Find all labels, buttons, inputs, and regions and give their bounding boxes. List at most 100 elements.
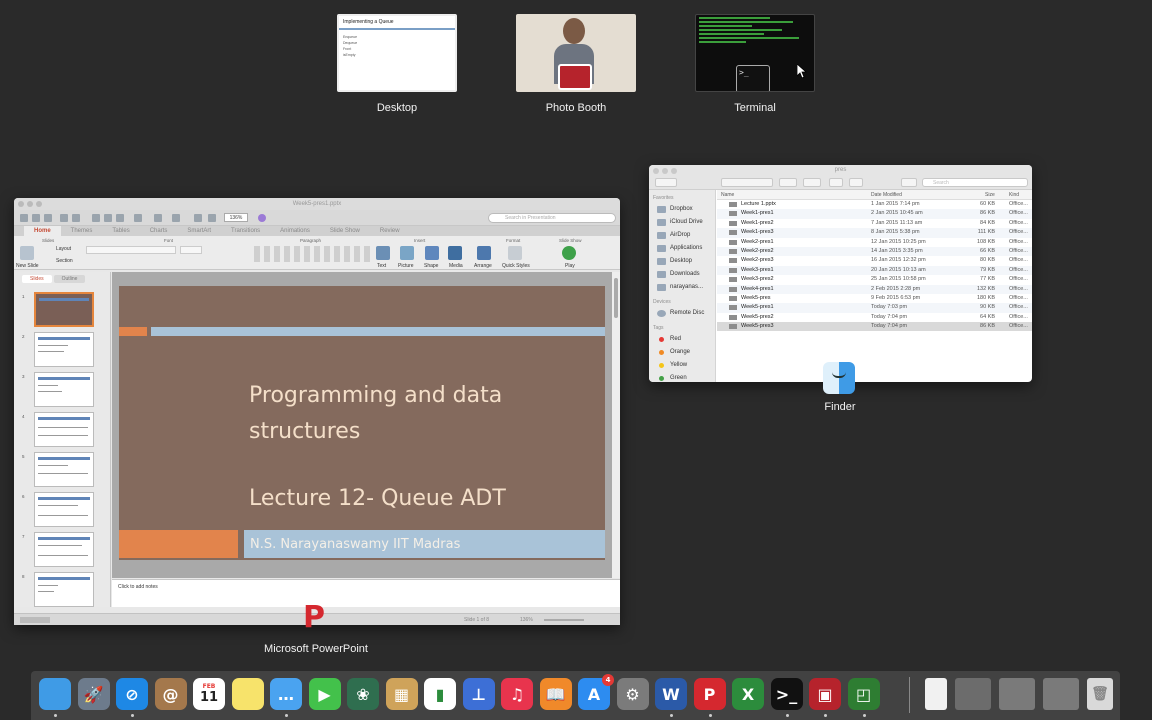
sidebar-item-remote-disc[interactable]: Remote Disc xyxy=(649,307,715,320)
dock-item-photos[interactable]: ❀ xyxy=(347,678,379,710)
tags-button[interactable] xyxy=(849,178,863,187)
arrange-icon[interactable] xyxy=(477,246,491,260)
powerpoint-app-icon[interactable]: P xyxy=(303,603,329,633)
sidebar-tag-green[interactable]: Green xyxy=(649,372,715,382)
dock-item-numbers[interactable]: ▮ xyxy=(424,678,456,710)
slide-subtitle[interactable]: Lecture 12- Queue ADT xyxy=(249,486,569,511)
dropbox-button[interactable] xyxy=(901,178,917,187)
column-kind[interactable]: Kind xyxy=(1009,192,1019,198)
dock-item-preview[interactable]: ▦ xyxy=(385,678,418,710)
play-button-label[interactable]: Play xyxy=(565,263,575,269)
new-icon[interactable] xyxy=(20,214,28,222)
dock-item-app-store[interactable]: A4 xyxy=(578,674,614,710)
zoom-slider[interactable] xyxy=(544,619,584,621)
format-painter-icon[interactable] xyxy=(134,214,142,222)
font-name-select[interactable] xyxy=(86,246,176,254)
dock-item-terminal[interactable]: >_ xyxy=(770,678,803,710)
paste-icon[interactable] xyxy=(116,214,124,222)
text-icon[interactable] xyxy=(376,246,390,260)
open-icon[interactable] xyxy=(44,214,52,222)
section-button[interactable]: Section xyxy=(56,258,73,264)
slide-thumbnail-7[interactable] xyxy=(34,532,94,567)
tab-slide-show[interactable]: Slide Show xyxy=(320,226,370,236)
sidebar-item-downloads[interactable]: Downloads xyxy=(649,268,715,281)
play-icon[interactable] xyxy=(562,246,576,260)
dock-item-document-0[interactable] xyxy=(925,678,947,710)
sidebar-tag-orange[interactable]: Orange xyxy=(649,346,715,359)
file-row[interactable]: Week5-pres1 Today 7:03 pm 90 KB Office... xyxy=(717,303,1032,313)
zoom-field[interactable]: 136% xyxy=(224,213,248,222)
dock-item-finder[interactable] xyxy=(39,678,71,710)
sidebar-item-dropbox[interactable]: Dropbox xyxy=(649,203,715,216)
share-button[interactable] xyxy=(829,178,843,187)
dock-item-camtasia[interactable]: ◰ xyxy=(847,678,880,710)
gallery-icon[interactable] xyxy=(194,214,202,222)
sidebar-item-home[interactable]: narayanas... xyxy=(649,281,715,294)
dock-item-microsoft-excel[interactable]: X xyxy=(732,678,764,710)
space-desktop[interactable]: Implementing a Queue Enqueue Dequeue Fro… xyxy=(337,14,457,114)
tab-transitions[interactable]: Transitions xyxy=(221,226,270,236)
vertical-scrollbar[interactable] xyxy=(612,272,620,578)
tab-slides[interactable]: Slides xyxy=(22,275,52,283)
file-row[interactable]: Week2-pres3 16 Jan 2015 12:32 pm 80 KB Offi… xyxy=(717,256,1032,265)
column-name[interactable]: Name xyxy=(721,192,734,198)
slide-thumbnail-4[interactable] xyxy=(34,412,94,447)
paragraph-controls[interactable] xyxy=(254,246,374,262)
notes-pane[interactable]: Click to add notes xyxy=(112,579,620,607)
ppt-titlebar[interactable]: Week5-pres1.pptx xyxy=(14,198,620,210)
current-slide[interactable]: Programming and data structures Lecture … xyxy=(119,286,605,560)
slide-author[interactable]: N.S. Narayanaswamy IIT Madras xyxy=(250,537,460,552)
ppt-search-input[interactable]: Search in Presentation xyxy=(488,213,616,223)
finder-app-icon[interactable] xyxy=(823,362,855,394)
redo-icon[interactable] xyxy=(172,214,180,222)
zoom-button[interactable] xyxy=(36,201,42,207)
dock-item-powerpoint-window-3[interactable] xyxy=(1043,678,1079,710)
dock-item-powerpoint-window-2[interactable] xyxy=(999,678,1035,710)
tab-charts[interactable]: Charts xyxy=(140,226,178,236)
slide-editor[interactable]: Programming and data structures Lecture … xyxy=(112,272,620,578)
sidebar-tag-red[interactable]: Red xyxy=(649,333,715,346)
media-icon[interactable] xyxy=(448,246,462,260)
tab-home[interactable]: Home xyxy=(24,226,61,236)
file-row[interactable]: Week4-pres1 2 Feb 2015 2:28 pm 132 KB Offic… xyxy=(717,284,1032,294)
slide-thumbnail-2[interactable] xyxy=(34,332,94,367)
close-button[interactable] xyxy=(18,201,24,207)
slide-thumbnail-6[interactable] xyxy=(34,492,94,527)
tab-themes[interactable]: Themes xyxy=(61,226,103,236)
file-row[interactable]: Week1-pres2 7 Jan 2015 11:13 am 84 KB Offic… xyxy=(717,219,1032,228)
tab-review[interactable]: Review xyxy=(370,226,410,236)
finder-search-input[interactable]: Search xyxy=(922,178,1028,187)
tab-tables[interactable]: Tables xyxy=(102,226,139,236)
picture-button-label[interactable]: Picture xyxy=(398,263,414,269)
shape-icon[interactable] xyxy=(425,246,439,260)
tab-outline[interactable]: Outline xyxy=(53,275,86,283)
slide-thumbnail-5[interactable] xyxy=(34,452,94,487)
layout-button[interactable]: Layout xyxy=(56,246,71,252)
dock-item-trash[interactable]: 🗑 xyxy=(1087,678,1113,710)
arrange-button[interactable] xyxy=(779,178,797,187)
space-desktop-thumbnail[interactable]: Implementing a Queue Enqueue Dequeue Fro… xyxy=(337,14,457,92)
space-photo-booth[interactable]: Photo Booth xyxy=(516,14,636,114)
slide-thumbnail-3[interactable] xyxy=(34,372,94,407)
column-date-modified[interactable]: Date Modified xyxy=(871,192,902,198)
dock-item-keynote[interactable]: ⊥ xyxy=(462,678,495,710)
file-row[interactable]: Lecture 1.pptx 1 Jan 2015 7:14 pm 60 KB Off… xyxy=(717,200,1032,209)
file-row[interactable]: Week3-pres2 25 Jan 2015 10:58 pm 77 KB Offi… xyxy=(717,275,1032,284)
file-row[interactable]: Week5-pres 9 Feb 2015 6:53 pm 180 KB Office… xyxy=(717,294,1032,303)
print-icon[interactable] xyxy=(72,214,80,222)
new-slide-icon[interactable] xyxy=(20,246,34,260)
minimize-button[interactable] xyxy=(27,201,33,207)
slide-thumbnail-1[interactable] xyxy=(34,292,94,327)
undo-icon[interactable] xyxy=(154,214,162,222)
finder-window[interactable]: pres Search Favorites Dropbox iCloud Dri… xyxy=(649,165,1032,382)
sidebar-item-applications[interactable]: Applications xyxy=(649,242,715,255)
dock-item-itunes[interactable]: ♫ xyxy=(501,678,533,710)
file-row[interactable]: Week5-pres3 Today 7:04 pm 86 KB Office... xyxy=(717,322,1032,332)
sidebar-tag-yellow[interactable]: Yellow xyxy=(649,359,715,372)
templates-icon[interactable] xyxy=(32,214,40,222)
new-slide-label[interactable]: New Slide xyxy=(16,263,39,269)
dock-item-powerpoint-window-1[interactable] xyxy=(955,678,991,710)
dock-item-system-preferences[interactable]: ⚙ xyxy=(616,678,649,710)
dock-item-facetime[interactable]: ▶ xyxy=(308,678,341,710)
dock-item-contacts[interactable]: @ xyxy=(154,678,187,710)
